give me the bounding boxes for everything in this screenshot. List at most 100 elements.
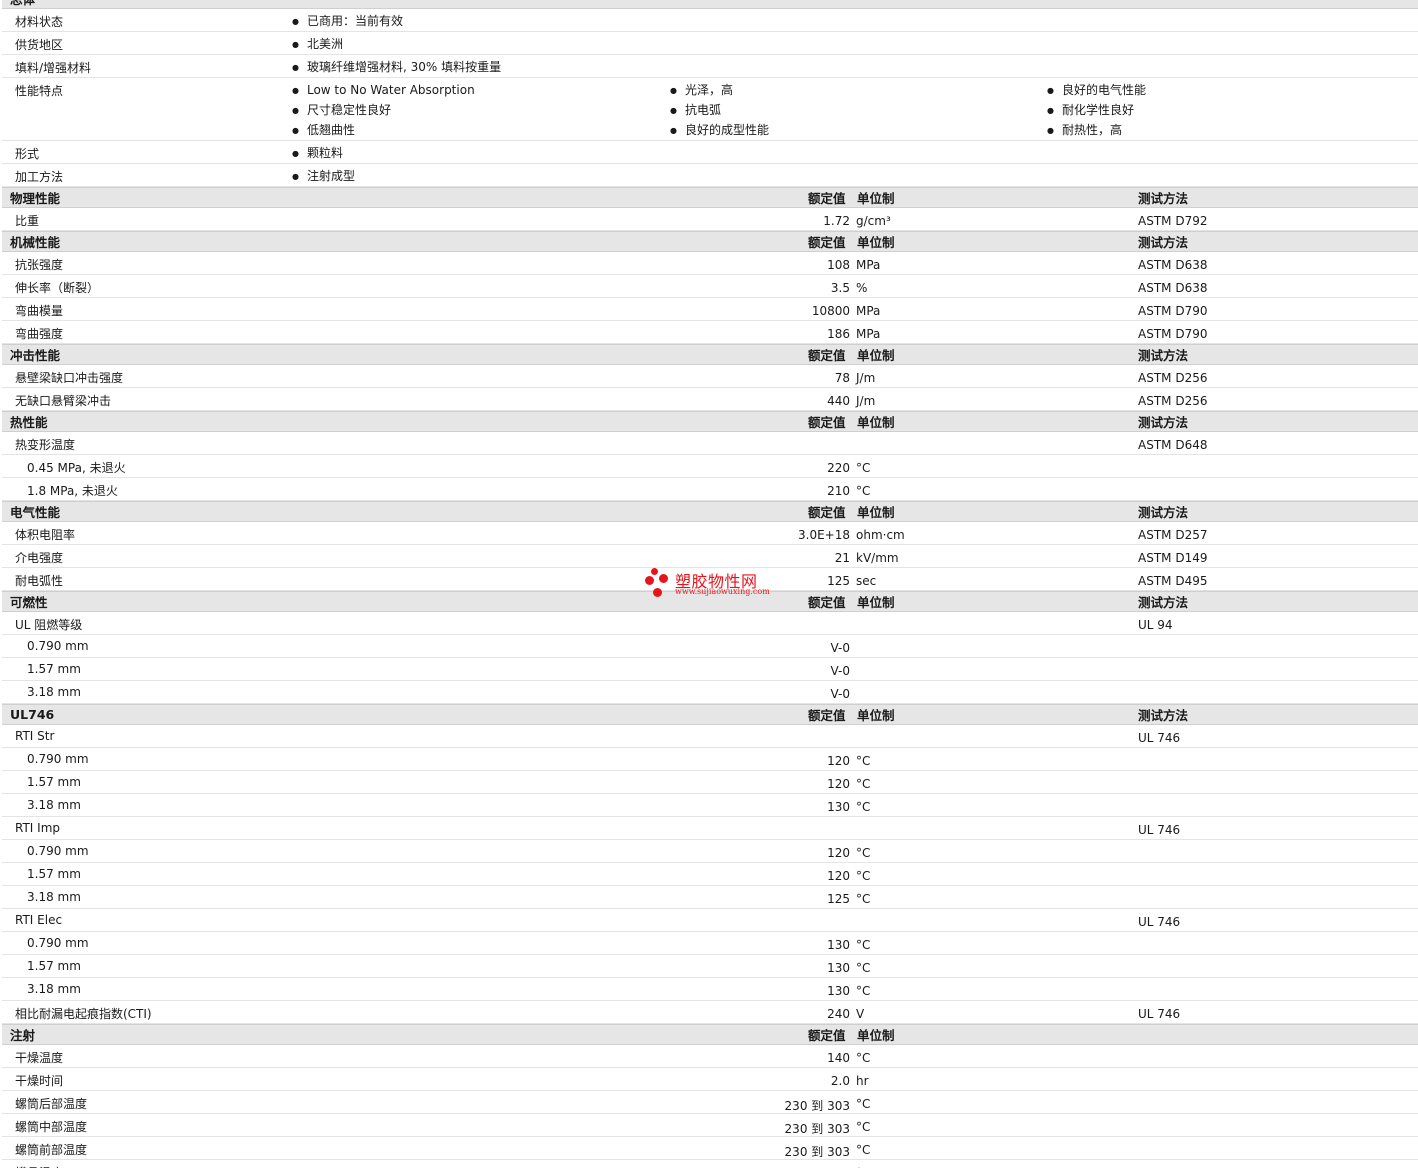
property-label: 1.57 mm	[27, 959, 81, 973]
property-label: 1.57 mm	[27, 775, 81, 789]
property-value: 130	[827, 800, 850, 814]
row-label: 形式	[15, 147, 40, 161]
property-row: 1.57 mm 120 °C	[2, 863, 1418, 886]
property-label: 3.18 mm	[27, 982, 81, 996]
property-value: 108	[827, 258, 850, 272]
row-label: 材料状态	[15, 15, 64, 29]
test-method: UL 746	[1138, 731, 1181, 745]
property-label: 弯曲强度	[15, 327, 64, 341]
property-row: 螺筒前部温度 230 到 303 °C	[2, 1137, 1418, 1160]
test-method: ASTM D495	[1138, 574, 1208, 588]
property-value: 130	[827, 961, 850, 975]
test-method: ASTM D149	[1138, 551, 1208, 565]
property-row: 弯曲模量 10800 MPa ASTM D790	[2, 298, 1418, 321]
bullet-list: 颗粒料	[292, 145, 343, 165]
logo-dot-icon	[645, 576, 654, 585]
property-row: 体积电阻率 3.0E+18 ohm·cm ASTM D257	[2, 522, 1418, 545]
property-unit: °C	[856, 1051, 871, 1065]
property-unit: MPa	[856, 304, 881, 318]
property-unit: g/cm³	[856, 214, 891, 228]
property-value: 240	[827, 1007, 850, 1021]
property-value: 120	[827, 869, 850, 883]
unit-header: 单位制	[857, 348, 895, 363]
property-unit: °C	[856, 938, 871, 952]
bullet-list: 北美洲	[292, 36, 343, 56]
property-label: 无缺口悬臂梁冲击	[15, 394, 112, 408]
property-value: 125	[827, 892, 850, 906]
features-column-3: 良好的电气性能耐化学性良好耐热性，高	[1047, 82, 1146, 142]
property-row: UL 阻燃等级 UL 94	[2, 612, 1418, 635]
unit-header: 单位制	[857, 235, 895, 250]
property-label: 相比耐漏电起痕指数(CTI)	[15, 1007, 152, 1021]
property-label: 介电强度	[15, 551, 64, 565]
property-value: V-0	[830, 664, 850, 678]
property-label: 0.790 mm	[27, 936, 89, 950]
property-row: 0.45 MPa, 未退火 220 °C	[2, 455, 1418, 478]
test-method: ASTM D638	[1138, 258, 1208, 272]
property-label: 弯曲模量	[15, 304, 64, 318]
property-row: 热变形温度 ASTM D648	[2, 432, 1418, 455]
property-unit: MPa	[856, 258, 881, 272]
general-row: 形式 颗粒料	[2, 141, 1418, 164]
property-row: 干燥温度 140 °C	[2, 1045, 1418, 1068]
property-label: 3.18 mm	[27, 685, 81, 699]
features-column-2: 光泽，高抗电弧良好的成型性能	[670, 82, 769, 142]
feature-item: 耐化学性良好	[1047, 102, 1146, 122]
property-value: 210	[827, 484, 850, 498]
feature-item: 低翘曲性	[292, 122, 475, 142]
property-unit: °C	[856, 777, 871, 791]
features-row: 性能特点 Low to No Water Absorption尺寸稳定性良好低翘…	[2, 78, 1418, 141]
row-label: 加工方法	[15, 170, 64, 184]
property-row: 1.57 mm V-0	[2, 658, 1418, 681]
bullet-list: 注射成型	[292, 168, 355, 188]
property-unit: °C	[856, 754, 871, 768]
property-unit: J/m	[856, 371, 876, 385]
section-title: UL746	[10, 707, 55, 722]
logo-dot-icon	[653, 588, 662, 597]
property-unit: hr	[856, 1074, 869, 1088]
unit-header: 单位制	[857, 1028, 895, 1043]
general-rows: 材料状态 已商用：当前有效供货地区 北美洲填料/增强材料 玻璃纤维增强材料, 30% …	[2, 9, 1418, 78]
property-label: 螺筒中部温度	[15, 1120, 88, 1134]
test-method: ASTM D790	[1138, 304, 1208, 318]
test-method: ASTM D256	[1138, 394, 1208, 408]
property-row: 螺筒中部温度 230 到 303 °C	[2, 1114, 1418, 1137]
property-value: 2.0	[830, 1074, 850, 1088]
test-method: UL 746	[1138, 823, 1181, 837]
section-header: 电气性能 额定值 单位制 测试方法	[2, 501, 1418, 522]
property-value: 120	[827, 777, 850, 791]
section-title: 电气性能	[10, 505, 61, 520]
property-row: 相比耐漏电起痕指数(CTI) 240 V UL 746	[2, 1001, 1418, 1024]
unit-header: 单位制	[857, 708, 895, 723]
value-header: 额定值	[808, 1028, 846, 1043]
watermark-url: www.sujiaowuxing.com	[675, 587, 770, 596]
bullet-item: 注射成型	[292, 168, 355, 188]
property-value: 125	[827, 574, 850, 588]
test-method: ASTM D790	[1138, 327, 1208, 341]
section-title: 注射	[10, 1028, 36, 1043]
value-header: 额定值	[808, 348, 846, 363]
property-unit: °C	[856, 800, 871, 814]
feature-item: 良好的成型性能	[670, 122, 769, 142]
property-value: 186	[827, 327, 850, 341]
property-label: 耐电弧性	[15, 574, 64, 588]
bullet-item: 北美洲	[292, 36, 343, 56]
property-value: 78	[834, 371, 850, 385]
property-label: 0.790 mm	[27, 752, 89, 766]
property-label: 伸长率（断裂）	[15, 281, 100, 295]
property-value: V-0	[830, 641, 850, 655]
property-unit: V	[856, 1007, 865, 1021]
property-value: 21	[834, 551, 850, 565]
property-label: 3.18 mm	[27, 798, 81, 812]
test-method: ASTM D648	[1138, 438, 1208, 452]
property-label: 悬壁梁缺口冲击强度	[15, 371, 124, 385]
general-row: 填料/增强材料 玻璃纤维增强材料, 30% 填料按重量	[2, 55, 1418, 78]
property-row: 0.790 mm 120 °C	[2, 840, 1418, 863]
property-row: 3.18 mm 130 °C	[2, 978, 1418, 1001]
test-method: UL 746	[1138, 1007, 1181, 1021]
bullet-item: 颗粒料	[292, 145, 343, 165]
property-label: 干燥温度	[15, 1051, 64, 1065]
property-label: 0.45 MPa, 未退火	[27, 461, 126, 475]
property-label: 热变形温度	[15, 438, 76, 452]
bullet-item: 已商用：当前有效	[292, 13, 403, 33]
